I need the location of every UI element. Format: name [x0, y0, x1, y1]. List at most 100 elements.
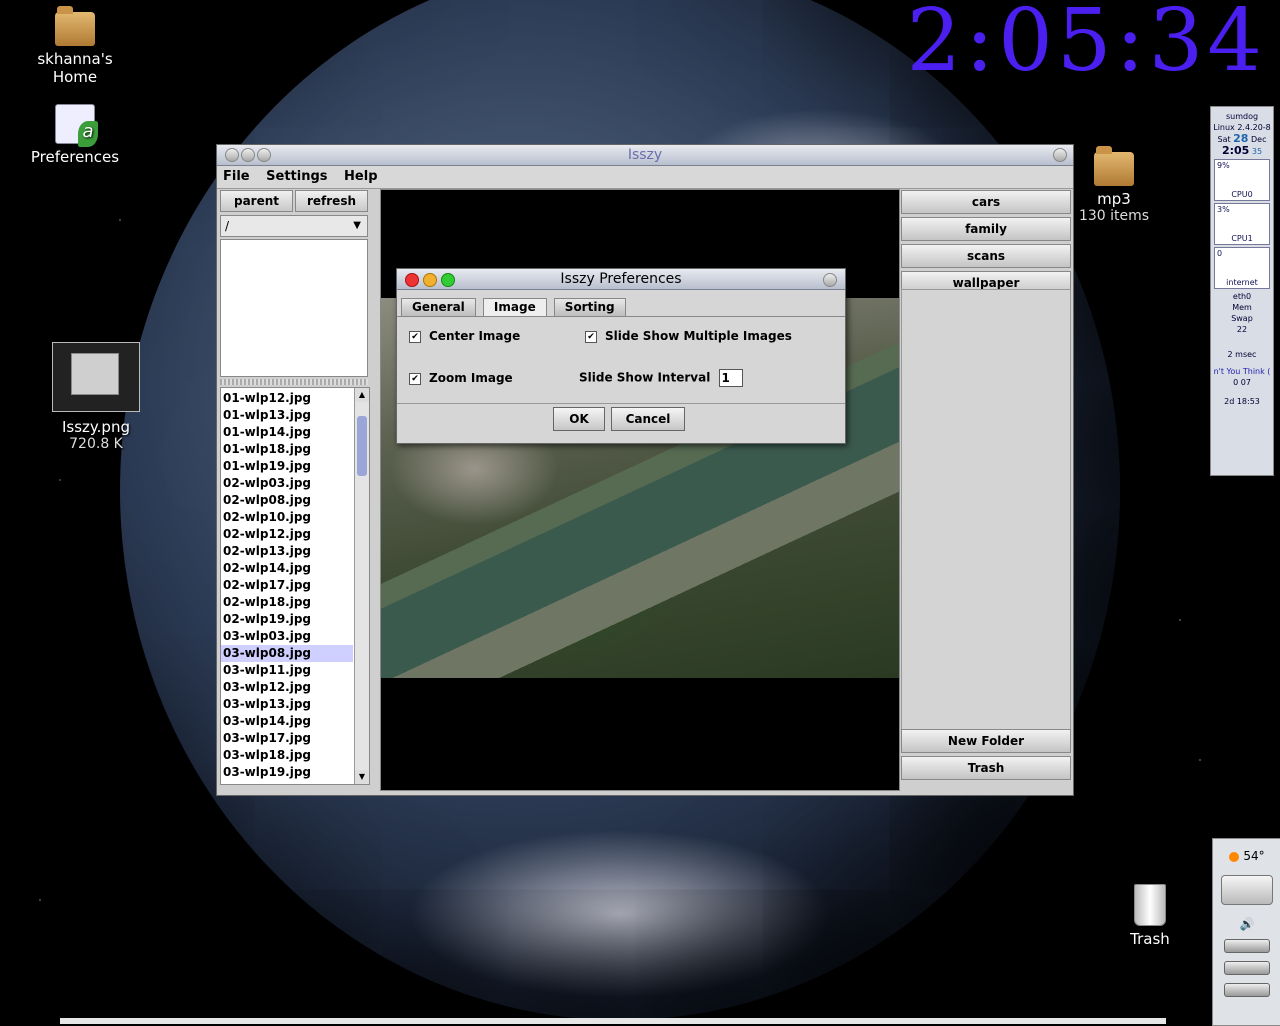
cpu1-percent: 3% — [1217, 205, 1230, 214]
slide-multi-label: Slide Show Multiple Images — [605, 329, 792, 343]
list-item[interactable]: 02-wlp19.jpg — [221, 611, 353, 628]
scroll-down-icon[interactable]: ▼ — [355, 770, 369, 784]
list-item[interactable]: 02-wlp12.jpg — [221, 526, 353, 543]
close-icon[interactable] — [225, 148, 239, 162]
list-item[interactable]: 01-wlp19.jpg — [221, 458, 353, 475]
zoom-icon[interactable] — [257, 148, 271, 162]
center-image-option[interactable]: ✔ Center Image — [409, 329, 520, 343]
list-item[interactable]: 02-wlp14.jpg — [221, 560, 353, 577]
menu-settings[interactable]: Settings — [260, 166, 333, 187]
file-list-scrollbar[interactable]: ▲ ▼ — [354, 388, 369, 784]
directory-list[interactable] — [220, 239, 368, 377]
checkbox-checked-icon[interactable]: ✔ — [409, 330, 421, 343]
mp3-folder-name: mp3 — [1097, 190, 1131, 208]
list-item[interactable]: 01-wlp18.jpg — [221, 441, 353, 458]
list-item[interactable]: 02-wlp10.jpg — [221, 509, 353, 526]
folder-button-cars[interactable]: cars — [901, 190, 1071, 214]
monitor-host: sumdog — [1225, 112, 1259, 121]
refresh-button[interactable]: refresh — [295, 190, 368, 212]
list-item[interactable]: 02-wlp08.jpg — [221, 492, 353, 509]
drive-icon[interactable] — [1224, 961, 1270, 975]
collapse-icon[interactable] — [823, 273, 837, 287]
slide-interval-input[interactable]: 1 — [718, 369, 743, 387]
list-item[interactable]: 03-wlp03.jpg — [221, 628, 353, 645]
swap-label: Swap — [1231, 314, 1253, 323]
trash-desktop-icon[interactable]: Trash — [1120, 884, 1180, 948]
tab-general[interactable]: General — [401, 298, 476, 316]
dialog-title: Isszy Preferences — [560, 271, 682, 287]
slide-interval-option: Slide Show Interval 1 — [579, 369, 743, 387]
net-label: internet — [1226, 278, 1258, 287]
trash-button[interactable]: Trash — [901, 756, 1071, 780]
bottom-dock-edge — [60, 1018, 1166, 1024]
list-item[interactable]: 01-wlp14.jpg — [221, 424, 353, 441]
list-item[interactable]: 02-wlp03.jpg — [221, 475, 353, 492]
monitor-time-value: 2:05 — [1221, 144, 1250, 157]
folder-button-scans[interactable]: scans — [901, 244, 1071, 268]
list-item[interactable]: 03-wlp19.jpg — [221, 764, 353, 781]
list-item[interactable]: 03-wlp18.jpg — [221, 747, 353, 764]
weather-temp: 54° — [1243, 849, 1265, 863]
scroll-thumb[interactable] — [357, 416, 367, 476]
path-combo[interactable]: / ▼ — [220, 215, 368, 237]
image-file-icon[interactable]: Isszy.png 720.8 K — [48, 342, 144, 452]
preferences-app-icon — [55, 104, 98, 147]
eth-label: eth0 — [1232, 292, 1252, 301]
collapse-icon[interactable] — [1053, 148, 1067, 162]
ok-button[interactable]: OK — [553, 407, 605, 431]
tab-sorting[interactable]: Sorting — [553, 298, 626, 316]
drive-icon[interactable] — [1224, 983, 1270, 997]
list-item[interactable]: 02-wlp18.jpg — [221, 594, 353, 611]
dialog-titlebar[interactable]: Isszy Preferences — [397, 269, 845, 290]
slide-interval-label: Slide Show Interval — [579, 370, 711, 385]
pane-splitter[interactable] — [220, 379, 368, 385]
menu-file[interactable]: File — [217, 166, 256, 187]
volume-icon[interactable]: 🔊 — [1213, 917, 1280, 931]
checkbox-checked-icon[interactable]: ✔ — [585, 330, 597, 343]
printer-icon[interactable] — [1221, 875, 1273, 905]
list-item[interactable]: 03-wlp14.jpg — [221, 713, 353, 730]
checkbox-checked-icon[interactable]: ✔ — [409, 372, 421, 385]
list-item[interactable]: 02-wlp13.jpg — [221, 543, 353, 560]
song-title: n't You Think ( — [1213, 367, 1271, 376]
monitor-seconds: 35 — [1251, 147, 1263, 156]
preferences-icon[interactable]: Preferences — [24, 104, 126, 166]
list-item[interactable]: 03-wlp08.jpg — [221, 645, 353, 662]
menu-help[interactable]: Help — [338, 166, 383, 187]
weather-widget[interactable]: 54° — [1213, 839, 1280, 863]
mem-label: Mem — [1232, 303, 1252, 312]
window-titlebar[interactable]: Isszy — [217, 145, 1073, 166]
folder-pane: cars family scans wallpaper New Folder T… — [901, 189, 1071, 789]
scroll-up-icon[interactable]: ▲ — [355, 388, 369, 402]
file-list[interactable]: 01-wlp12.jpg 01-wlp13.jpg 01-wlp14.jpg 01-w… — [220, 387, 370, 785]
cancel-button[interactable]: Cancel — [611, 407, 685, 431]
close-icon[interactable] — [405, 273, 419, 287]
list-item[interactable]: 03-wlp13.jpg — [221, 696, 353, 713]
minimize-icon[interactable] — [423, 273, 437, 287]
list-item[interactable]: 01-wlp13.jpg — [221, 407, 353, 424]
file-browser-pane: parent refresh / ▼ 01-wlp12.jpg 01-wlp13.… — [219, 189, 370, 789]
home-folder-icon[interactable]: skhanna's Home — [14, 6, 136, 86]
drive-icon[interactable] — [1224, 939, 1270, 953]
system-monitor: sumdog Linux 2.4.20-8 Sat 28 Dec 2:05 35… — [1210, 106, 1274, 476]
zoom-image-option[interactable]: ✔ Zoom Image — [409, 371, 513, 385]
folder-icon — [1094, 146, 1134, 186]
list-item[interactable]: 01-wlp12.jpg — [221, 390, 353, 407]
list-item[interactable]: 03-wlp11.jpg — [221, 662, 353, 679]
list-item[interactable]: 02-wlp17.jpg — [221, 577, 353, 594]
folder-pane-empty — [901, 289, 1071, 737]
mp3-folder-icon[interactable]: mp3 130 items — [1074, 140, 1154, 224]
zoom-icon[interactable] — [441, 273, 455, 287]
list-item[interactable]: 03-wlp17.jpg — [221, 730, 353, 747]
image-file-size: 720.8 K — [69, 436, 123, 452]
tab-image[interactable]: Image — [482, 298, 547, 316]
list-item[interactable]: 03-wlp12.jpg — [221, 679, 353, 696]
new-folder-button[interactable]: New Folder — [901, 729, 1071, 753]
cpu0-graph: 9% CPU0 — [1214, 159, 1270, 201]
minimize-icon[interactable] — [241, 148, 255, 162]
slide-multi-option[interactable]: ✔ Slide Show Multiple Images — [585, 329, 792, 343]
parent-button[interactable]: parent — [220, 190, 293, 212]
trash-desktop-label: Trash — [1130, 930, 1170, 948]
sun-icon — [1229, 851, 1240, 862]
folder-button-family[interactable]: family — [901, 217, 1071, 241]
